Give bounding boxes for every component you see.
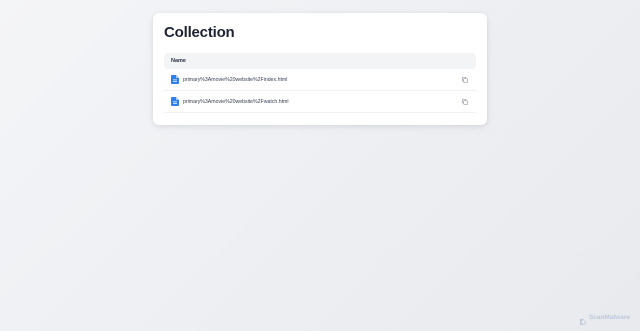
watermark: ScanMalware [579, 313, 630, 325]
page-title: Collection [164, 24, 235, 41]
table-row[interactable]: primary%3Amovie%20website%2Findex.html [164, 69, 476, 91]
file-icon [171, 97, 179, 106]
file-name[interactable]: primary%3Amovie%20website%2Fwatch.html [183, 99, 462, 105]
table-header: Name [164, 53, 476, 69]
column-header-name: Name [171, 58, 186, 64]
table-row[interactable]: primary%3Amovie%20website%2Fwatch.html [164, 91, 476, 113]
copy-icon[interactable] [462, 98, 468, 105]
collection-card: Collection Name primary%3Amovie%20websit… [153, 13, 487, 125]
watermark-text: ScanMalware [588, 313, 630, 321]
file-icon [171, 75, 179, 84]
copy-icon[interactable] [462, 76, 468, 83]
file-name[interactable]: primary%3Amovie%20website%2Findex.html [183, 77, 462, 83]
file-table: Name primary%3Amovie%20website%2Findex.h… [164, 53, 476, 113]
scanmalware-logo-icon [579, 313, 587, 325]
